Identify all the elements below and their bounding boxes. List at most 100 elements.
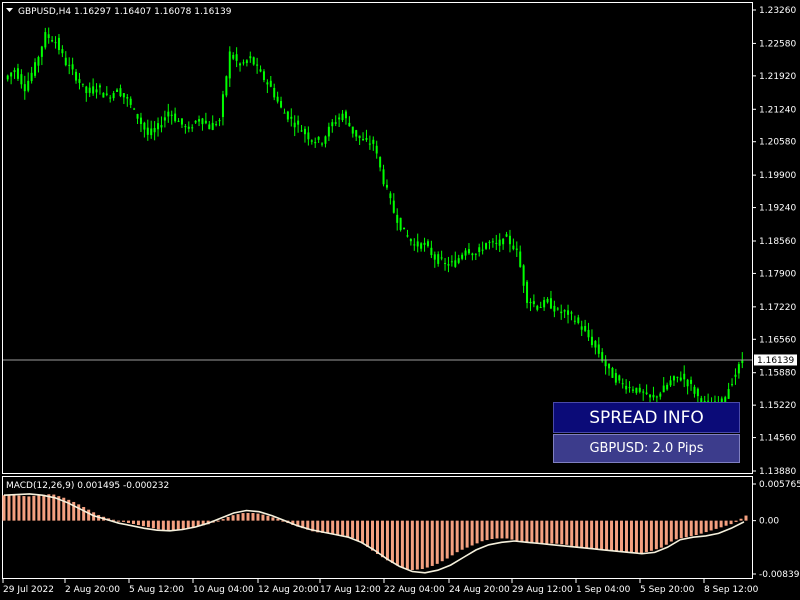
- macd-histogram-bar: [351, 520, 355, 538]
- candle-body: [167, 111, 170, 117]
- candle-body: [6, 75, 9, 80]
- time-tick-label: 12 Aug 20:00: [258, 585, 319, 595]
- candle-body: [631, 389, 634, 391]
- macd-histogram-bar: [679, 520, 683, 539]
- candle-body: [584, 326, 587, 331]
- macd-histogram-bar: [236, 514, 240, 521]
- candle-body: [344, 111, 347, 119]
- candles-layer: [6, 27, 744, 415]
- macd-histogram-bar: [361, 520, 365, 544]
- macd-header: MACD(12,26,9) 0.001495 -0.000232: [6, 481, 169, 491]
- candle-body: [731, 384, 734, 386]
- macd-histogram-bar: [624, 520, 628, 553]
- macd-histogram-bar: [480, 520, 484, 542]
- price-tick-label: 1.16560: [759, 335, 796, 345]
- macd-histogram-bar: [535, 520, 539, 544]
- macd-histogram-bar: [331, 520, 335, 534]
- candle-body: [242, 62, 245, 64]
- price-chart-canvas[interactable]: 1.23260 1.22580 1.21920 1.21240 1.20580 1.199…: [0, 0, 800, 600]
- candle-body: [539, 307, 542, 309]
- macd-histogram-bar: [171, 520, 175, 531]
- time-tick-label: 29 Jul 2022: [3, 585, 54, 595]
- candle-body: [556, 308, 559, 310]
- macd-histogram-bar: [375, 520, 379, 555]
- macd-histogram-bar: [505, 520, 509, 539]
- candle-body: [553, 305, 556, 312]
- candle-body: [75, 71, 78, 81]
- candle-body: [324, 136, 327, 144]
- macd-histogram-bar: [356, 520, 360, 541]
- candle-body: [536, 305, 539, 310]
- chart-window[interactable]: 1.23260 1.22580 1.21920 1.21240 1.20580 1.199…: [0, 0, 800, 600]
- candle-body: [461, 254, 464, 259]
- candle-body: [368, 143, 371, 145]
- spread-info-value: GBPUSD: 2.0 Pips: [553, 434, 740, 463]
- macd-histogram-bar: [146, 520, 150, 528]
- macd-histogram-bar: [719, 520, 723, 528]
- candle-body: [303, 128, 306, 135]
- candle-body: [239, 63, 242, 66]
- candle-body: [491, 241, 494, 243]
- macd-histogram-bar: [341, 520, 345, 536]
- candle-body: [61, 49, 64, 54]
- macd-histogram-bar: [415, 520, 419, 570]
- current-price-label: 1.16139: [757, 356, 794, 366]
- macd-histogram-bar: [724, 520, 728, 526]
- macd-histogram-bar: [515, 520, 519, 541]
- macd-histogram-bar: [540, 520, 544, 544]
- macd-tick-label: -0.008395: [759, 570, 800, 580]
- candle-body: [273, 87, 276, 98]
- macd-histogram-bar: [699, 520, 703, 534]
- candle-body: [341, 113, 344, 121]
- candle-body: [635, 387, 638, 393]
- candle-body: [549, 298, 552, 309]
- candle-body: [54, 42, 57, 44]
- candle-body: [160, 125, 163, 128]
- macd-histogram-bar: [141, 520, 145, 527]
- macd-histogram-bar: [435, 520, 439, 564]
- candle-body: [68, 64, 71, 66]
- macd-histogram-bar: [156, 520, 160, 530]
- candle-body: [133, 108, 136, 110]
- candle-body: [608, 363, 611, 369]
- macd-tick-label: 0.00: [759, 517, 779, 527]
- macd-histogram-bar: [266, 515, 270, 521]
- candle-body: [392, 200, 395, 213]
- price-tick-label: 1.19900: [759, 171, 796, 181]
- macd-histogram-bar: [634, 520, 638, 554]
- candle-body: [372, 139, 375, 144]
- candle-body: [283, 112, 286, 114]
- symbol-dropdown-icon[interactable]: [6, 8, 13, 12]
- candle-body: [321, 143, 324, 145]
- macd-histogram-bar: [405, 520, 409, 570]
- macd-histogram-bar: [425, 520, 429, 568]
- candle-body: [505, 234, 508, 237]
- macd-histogram-bar: [77, 504, 81, 521]
- candle-body: [567, 310, 570, 315]
- price-tick-label: 1.18560: [759, 237, 796, 247]
- macd-histogram-bar: [689, 520, 693, 537]
- time-axis: 29 Jul 2022 2 Aug 20:00 5 Aug 12:00 10 Aug …: [2, 579, 759, 595]
- time-tick-label: 22 Aug 04:00: [384, 585, 445, 595]
- macd-histogram-bar: [639, 520, 643, 554]
- candle-body: [20, 74, 23, 85]
- macd-histogram-bar: [465, 520, 469, 548]
- candle-body: [157, 123, 160, 130]
- candle-body: [488, 241, 491, 243]
- price-tick-label: 1.15220: [759, 401, 796, 411]
- candle-body: [379, 157, 382, 168]
- macd-histogram-bar: [151, 520, 155, 529]
- candle-body: [338, 117, 341, 120]
- macd-histogram-bar: [565, 520, 569, 545]
- candle-body: [440, 257, 443, 259]
- candle-body: [314, 141, 317, 144]
- macd-histogram-bar: [221, 519, 225, 521]
- macd-histogram-bar: [714, 520, 718, 529]
- candle-body: [642, 391, 645, 393]
- price-axis: 1.23260 1.22580 1.21920 1.21240 1.20580 1.199…: [752, 6, 796, 477]
- price-tick-label: 1.17900: [759, 269, 796, 279]
- macd-histogram-bar: [246, 513, 250, 521]
- macd-histogram-bar: [395, 520, 399, 566]
- macd-histogram-bar: [654, 520, 658, 550]
- macd-histogram-bar: [590, 520, 594, 549]
